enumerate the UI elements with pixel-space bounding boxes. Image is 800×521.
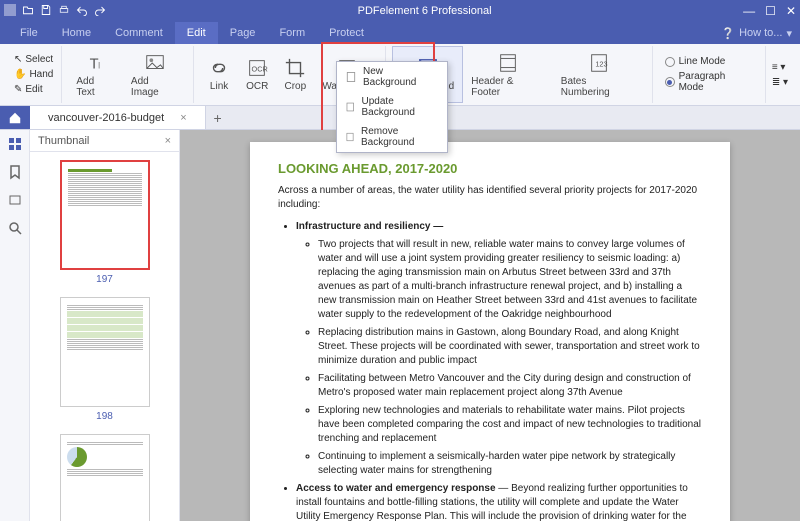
thumbnail-item[interactable]: 197 <box>30 160 179 285</box>
menu-form[interactable]: Form <box>267 22 317 44</box>
thumbnail-list[interactable]: 197 198 199 <box>30 152 179 521</box>
crop-icon <box>284 57 306 79</box>
save-icon[interactable] <box>40 4 52 19</box>
image-icon <box>144 52 166 74</box>
open-icon[interactable] <box>22 4 34 19</box>
list-item: Continuing to implement a seismically-ha… <box>318 450 702 478</box>
select-tool[interactable]: ↖Select <box>12 53 55 66</box>
background-dropdown: New Background Update Background Remove … <box>336 61 448 153</box>
svg-text:I: I <box>97 60 100 70</box>
close-panel-icon[interactable]: × <box>165 135 171 147</box>
list-item: Replacing distribution mains in Gastown,… <box>318 326 702 368</box>
line-mode-radio[interactable]: Line Mode <box>665 56 753 67</box>
minimize-button[interactable]: — <box>743 4 755 18</box>
thumbnail-header: Thumbnail × <box>30 130 179 152</box>
thumbnail-panel: Thumbnail × 197 198 <box>30 130 180 521</box>
list-item: Two projects that will result in new, re… <box>318 238 702 322</box>
list-item: Facilitating between Metro Vancouver and… <box>318 372 702 400</box>
home-icon <box>8 111 22 125</box>
remove-background-item[interactable]: Remove Background <box>337 122 447 152</box>
undo-icon[interactable] <box>76 4 88 19</box>
thumbnail-page[interactable] <box>60 160 150 270</box>
outdent-icon[interactable]: ≣ ▾ <box>772 77 788 88</box>
app-title: PDFelement 6 Professional <box>106 5 743 17</box>
list-item: Exploring new technologies and materials… <box>318 404 702 446</box>
header-footer-button[interactable]: Header & Footer <box>463 46 553 103</box>
page-icon <box>345 71 357 83</box>
update-background-item[interactable]: Update Background <box>337 92 447 122</box>
bates-button[interactable]: 123 Bates Numbering <box>553 46 646 103</box>
search-icon[interactable] <box>7 220 23 236</box>
window-buttons: — ☐ ✕ <box>743 4 796 18</box>
header-footer-icon <box>497 52 519 74</box>
add-image-button[interactable]: Add Image <box>123 46 187 103</box>
page-icon <box>345 131 355 143</box>
menu-howto[interactable]: ❔ How to... ▾ <box>721 27 792 40</box>
page-icon <box>345 101 356 113</box>
workspace: Thumbnail × 197 198 <box>0 130 800 521</box>
lead-paragraph: Across a number of areas, the water util… <box>278 184 702 212</box>
list-item: Infrastructure and resiliency — Two proj… <box>296 220 702 478</box>
link-button[interactable]: Link <box>200 46 238 103</box>
app-icon <box>4 4 16 19</box>
print-icon[interactable] <box>58 4 70 19</box>
add-text-button[interactable]: TI Add Text <box>68 46 123 103</box>
page-heading: LOOKING AHEAD, 2017-2020 <box>278 160 702 178</box>
help-icon: ❔ <box>721 27 735 40</box>
menubar: File Home Comment Edit Page Form Protect… <box>0 22 800 44</box>
document-page: LOOKING AHEAD, 2017-2020 Across a number… <box>250 142 730 521</box>
close-button[interactable]: ✕ <box>786 4 796 18</box>
paragraph-mode-radio[interactable]: Paragraph Mode <box>665 71 753 93</box>
ocr-button[interactable]: OCR OCR <box>238 46 276 103</box>
document-area[interactable]: LOOKING AHEAD, 2017-2020 Across a number… <box>180 130 800 521</box>
attachment-icon[interactable] <box>7 192 23 208</box>
text-icon: TI <box>85 52 107 74</box>
chevron-down-icon: ▾ <box>786 27 792 40</box>
bullet-list: Infrastructure and resiliency — Two proj… <box>278 220 702 521</box>
redo-icon[interactable] <box>94 4 106 19</box>
menu-protect[interactable]: Protect <box>317 22 376 44</box>
hand-tool[interactable]: ✋Hand <box>12 68 55 81</box>
menu-page[interactable]: Page <box>218 22 268 44</box>
thumbnail-item[interactable]: 198 <box>30 297 179 422</box>
edit-mode-group: Line Mode Paragraph Mode <box>659 52 759 97</box>
edit-icon: ✎ <box>14 84 22 95</box>
selection-tools: ↖Select ✋Hand ✎Edit <box>12 53 55 96</box>
cursor-icon: ↖ <box>14 54 22 65</box>
svg-text:123: 123 <box>596 59 608 68</box>
ocr-icon: OCR <box>246 57 268 79</box>
close-tab-icon[interactable]: × <box>180 112 186 124</box>
add-tab-button[interactable]: + <box>206 110 230 126</box>
quick-access-toolbar <box>4 4 106 19</box>
bookmark-icon[interactable] <box>7 164 23 180</box>
side-toolstrip <box>0 130 30 521</box>
thumbnails-icon[interactable] <box>7 136 23 152</box>
file-tab[interactable]: vancouver-2016-budget × <box>30 106 206 129</box>
menu-edit[interactable]: Edit <box>175 22 218 44</box>
home-chip[interactable] <box>0 106 30 129</box>
new-background-item[interactable]: New Background <box>337 62 447 92</box>
menu-file[interactable]: File <box>8 22 50 44</box>
crop-button[interactable]: Crop <box>276 46 314 103</box>
menu-home[interactable]: Home <box>50 22 103 44</box>
maximize-button[interactable]: ☐ <box>765 4 776 18</box>
svg-text:OCR: OCR <box>252 65 268 74</box>
thumbnail-item[interactable]: 199 <box>30 434 179 521</box>
titlebar: PDFelement 6 Professional — ☐ ✕ <box>0 0 800 22</box>
thumbnail-page[interactable] <box>60 297 150 407</box>
menu-comment[interactable]: Comment <box>103 22 175 44</box>
thumbnail-page[interactable] <box>60 434 150 521</box>
bates-icon: 123 <box>588 52 610 74</box>
edit-tool[interactable]: ✎Edit <box>12 83 55 96</box>
indent-icon[interactable]: ≡ ▾ <box>772 62 788 73</box>
link-icon <box>208 57 230 79</box>
hand-icon: ✋ <box>14 69 26 80</box>
list-item: Access to water and emergency response —… <box>296 482 702 521</box>
